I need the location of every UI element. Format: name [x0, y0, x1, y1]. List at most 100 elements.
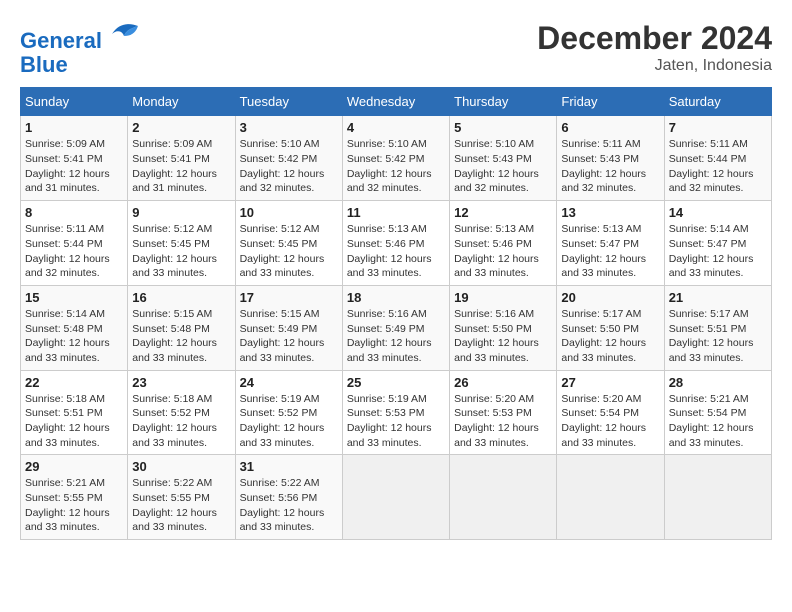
calendar-cell: 31 Sunrise: 5:22 AMSunset: 5:56 PMDayligh…: [235, 455, 342, 540]
day-info: Sunrise: 5:17 AMSunset: 5:51 PMDaylight:…: [669, 307, 767, 366]
day-info: Sunrise: 5:19 AMSunset: 5:53 PMDaylight:…: [347, 392, 445, 451]
logo-general: General: [20, 28, 102, 53]
month-title: December 2024: [537, 20, 772, 57]
calendar-cell: 7Sunrise: 5:11 AMSunset: 5:44 PMDaylight…: [664, 116, 771, 201]
calendar-cell: 10 Sunrise: 5:12 AMSunset: 5:45 PMDayligh…: [235, 201, 342, 286]
day-number: 23: [132, 375, 230, 390]
day-number: 1: [25, 120, 123, 135]
day-info: Sunrise: 5:11 AMSunset: 5:44 PMDaylight:…: [669, 137, 767, 196]
day-info: Sunrise: 5:20 AMSunset: 5:53 PMDaylight:…: [454, 392, 552, 451]
weekday-friday: Friday: [557, 88, 664, 116]
day-info: Sunrise: 5:18 AMSunset: 5:51 PMDaylight:…: [25, 392, 123, 451]
calendar-cell: 4 Sunrise: 5:10 AMSunset: 5:42 PMDaylight…: [342, 116, 449, 201]
day-number: 26: [454, 375, 552, 390]
day-info: Sunrise: 5:12 AMSunset: 5:45 PMDaylight:…: [132, 222, 230, 281]
day-info: Sunrise: 5:13 AMSunset: 5:46 PMDaylight:…: [347, 222, 445, 281]
calendar-cell: [342, 455, 449, 540]
week-row-2: 8 Sunrise: 5:11 AMSunset: 5:44 PMDaylight…: [21, 201, 772, 286]
calendar-cell: 28 Sunrise: 5:21 AMSunset: 5:54 PMDayligh…: [664, 370, 771, 455]
day-number: 6: [561, 120, 659, 135]
day-number: 18: [347, 290, 445, 305]
calendar-cell: 26 Sunrise: 5:20 AMSunset: 5:53 PMDayligh…: [450, 370, 557, 455]
calendar-cell: 25Sunrise: 5:19 AMSunset: 5:53 PMDayligh…: [342, 370, 449, 455]
calendar-cell: 5 Sunrise: 5:10 AMSunset: 5:43 PMDaylight…: [450, 116, 557, 201]
day-number: 22: [25, 375, 123, 390]
day-number: 11: [347, 205, 445, 220]
day-number: 2: [132, 120, 230, 135]
calendar-cell: 11 Sunrise: 5:13 AMSunset: 5:46 PMDayligh…: [342, 201, 449, 286]
calendar-cell: [557, 455, 664, 540]
weekday-wednesday: Wednesday: [342, 88, 449, 116]
weekday-header-row: SundayMondayTuesdayWednesdayThursdayFrid…: [21, 88, 772, 116]
day-number: 3: [240, 120, 338, 135]
day-number: 16: [132, 290, 230, 305]
day-number: 28: [669, 375, 767, 390]
day-number: 14: [669, 205, 767, 220]
page-header: General Blue December 2024 Jaten, Indone…: [20, 20, 772, 77]
day-info: Sunrise: 5:10 AMSunset: 5:42 PMDaylight:…: [347, 137, 445, 196]
title-area: December 2024 Jaten, Indonesia: [537, 20, 772, 75]
calendar-cell: 2Sunrise: 5:09 AMSunset: 5:41 PMDaylight…: [128, 116, 235, 201]
day-number: 12: [454, 205, 552, 220]
calendar-cell: 13Sunrise: 5:13 AMSunset: 5:47 PMDayligh…: [557, 201, 664, 286]
day-number: 8: [25, 205, 123, 220]
calendar-cell: 19Sunrise: 5:16 AMSunset: 5:50 PMDayligh…: [450, 285, 557, 370]
calendar-cell: 18Sunrise: 5:16 AMSunset: 5:49 PMDayligh…: [342, 285, 449, 370]
calendar-cell: 1 Sunrise: 5:09 AMSunset: 5:41 PMDaylight…: [21, 116, 128, 201]
calendar-cell: 8 Sunrise: 5:11 AMSunset: 5:44 PMDaylight…: [21, 201, 128, 286]
day-number: 13: [561, 205, 659, 220]
day-info: Sunrise: 5:17 AMSunset: 5:50 PMDaylight:…: [561, 307, 659, 366]
weekday-monday: Monday: [128, 88, 235, 116]
day-info: Sunrise: 5:21 AMSunset: 5:54 PMDaylight:…: [669, 392, 767, 451]
day-number: 9: [132, 205, 230, 220]
day-info: Sunrise: 5:10 AMSunset: 5:42 PMDaylight:…: [240, 137, 338, 196]
day-number: 15: [25, 290, 123, 305]
calendar-cell: 6 Sunrise: 5:11 AMSunset: 5:43 PMDaylight…: [557, 116, 664, 201]
calendar-cell: 22 Sunrise: 5:18 AMSunset: 5:51 PMDayligh…: [21, 370, 128, 455]
week-row-1: 1 Sunrise: 5:09 AMSunset: 5:41 PMDaylight…: [21, 116, 772, 201]
calendar-cell: 9 Sunrise: 5:12 AMSunset: 5:45 PMDaylight…: [128, 201, 235, 286]
day-number: 10: [240, 205, 338, 220]
day-info: Sunrise: 5:13 AMSunset: 5:46 PMDaylight:…: [454, 222, 552, 281]
location: Jaten, Indonesia: [537, 57, 772, 75]
calendar-cell: 23 Sunrise: 5:18 AMSunset: 5:52 PMDayligh…: [128, 370, 235, 455]
logo-bird-icon: [110, 20, 140, 48]
day-info: Sunrise: 5:22 AMSunset: 5:55 PMDaylight:…: [132, 476, 230, 535]
day-info: Sunrise: 5:19 AMSunset: 5:52 PMDaylight:…: [240, 392, 338, 451]
day-info: Sunrise: 5:11 AMSunset: 5:44 PMDaylight:…: [25, 222, 123, 281]
day-info: Sunrise: 5:09 AMSunset: 5:41 PMDaylight:…: [25, 137, 123, 196]
day-info: Sunrise: 5:14 AMSunset: 5:48 PMDaylight:…: [25, 307, 123, 366]
weekday-sunday: Sunday: [21, 88, 128, 116]
calendar-cell: 20Sunrise: 5:17 AMSunset: 5:50 PMDayligh…: [557, 285, 664, 370]
calendar-cell: 17Sunrise: 5:15 AMSunset: 5:49 PMDayligh…: [235, 285, 342, 370]
day-info: Sunrise: 5:22 AMSunset: 5:56 PMDaylight:…: [240, 476, 338, 535]
calendar-cell: [450, 455, 557, 540]
day-number: 5: [454, 120, 552, 135]
day-number: 21: [669, 290, 767, 305]
day-info: Sunrise: 5:18 AMSunset: 5:52 PMDaylight:…: [132, 392, 230, 451]
day-info: Sunrise: 5:14 AMSunset: 5:47 PMDaylight:…: [669, 222, 767, 281]
day-number: 4: [347, 120, 445, 135]
weekday-thursday: Thursday: [450, 88, 557, 116]
calendar-cell: 16Sunrise: 5:15 AMSunset: 5:48 PMDayligh…: [128, 285, 235, 370]
calendar-cell: 27Sunrise: 5:20 AMSunset: 5:54 PMDayligh…: [557, 370, 664, 455]
day-number: 24: [240, 375, 338, 390]
week-row-3: 15 Sunrise: 5:14 AMSunset: 5:48 PMDayligh…: [21, 285, 772, 370]
day-info: Sunrise: 5:11 AMSunset: 5:43 PMDaylight:…: [561, 137, 659, 196]
week-row-5: 29Sunrise: 5:21 AMSunset: 5:55 PMDayligh…: [21, 455, 772, 540]
week-row-4: 22 Sunrise: 5:18 AMSunset: 5:51 PMDayligh…: [21, 370, 772, 455]
weekday-saturday: Saturday: [664, 88, 771, 116]
day-info: Sunrise: 5:10 AMSunset: 5:43 PMDaylight:…: [454, 137, 552, 196]
calendar-cell: 21 Sunrise: 5:17 AMSunset: 5:51 PMDayligh…: [664, 285, 771, 370]
calendar-cell: 29Sunrise: 5:21 AMSunset: 5:55 PMDayligh…: [21, 455, 128, 540]
calendar-cell: 14 Sunrise: 5:14 AMSunset: 5:47 PMDayligh…: [664, 201, 771, 286]
day-info: Sunrise: 5:12 AMSunset: 5:45 PMDaylight:…: [240, 222, 338, 281]
logo: General Blue: [20, 20, 140, 77]
day-number: 31: [240, 459, 338, 474]
calendar-cell: 30Sunrise: 5:22 AMSunset: 5:55 PMDayligh…: [128, 455, 235, 540]
calendar-cell: 12 Sunrise: 5:13 AMSunset: 5:46 PMDayligh…: [450, 201, 557, 286]
calendar-body: 1 Sunrise: 5:09 AMSunset: 5:41 PMDaylight…: [21, 116, 772, 540]
calendar-cell: [664, 455, 771, 540]
day-number: 27: [561, 375, 659, 390]
calendar-cell: 24 Sunrise: 5:19 AMSunset: 5:52 PMDayligh…: [235, 370, 342, 455]
